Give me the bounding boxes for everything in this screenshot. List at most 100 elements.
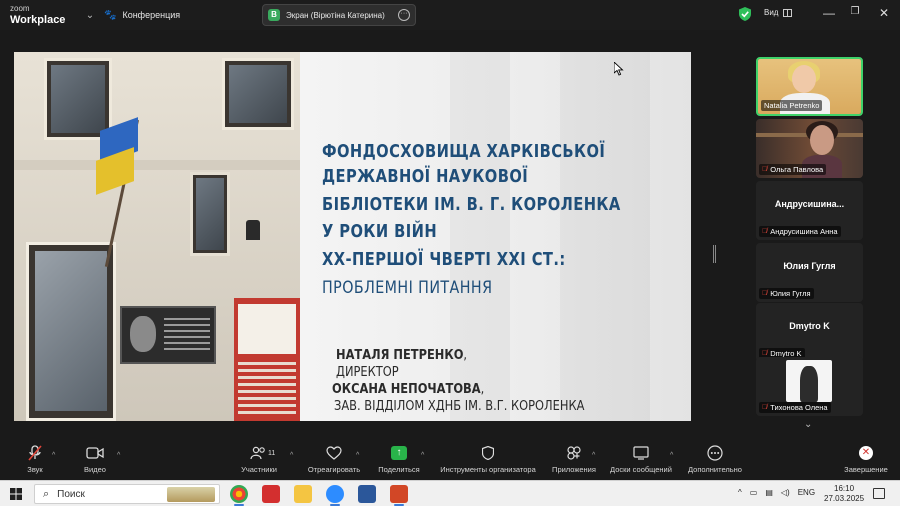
library-sign	[234, 298, 300, 421]
react-button[interactable]: Отреагировать	[306, 444, 362, 474]
minimize-icon[interactable]: —	[819, 6, 839, 20]
powerpoint-taskbar-icon[interactable]	[390, 485, 408, 506]
participant-name-tag: 🎙̸ Юлия Гугля	[759, 288, 814, 299]
mic-muted-icon: 🎙̸	[762, 228, 768, 235]
shared-slide: ФОНДОСХОВИЩА ХАРКІВСЬКОЇ ДЕРЖАВНОЇ НАУКО…	[14, 52, 691, 421]
slide-title-line-3: БІБЛІОТЕКИ ІМ. В. Г. КОРОЛЕНКА	[322, 195, 621, 215]
participant-tile[interactable]: Dmytro K 🎙̸ Dmytro K	[756, 303, 863, 362]
whiteboards-options-chevron-icon[interactable]: ^	[670, 452, 673, 459]
apps-button[interactable]: Приложения	[548, 444, 600, 474]
heart-icon	[326, 446, 342, 460]
whiteboards-label: Доски сообщений	[610, 465, 672, 474]
close-icon[interactable]: ✕	[874, 6, 894, 20]
taskbar-clock[interactable]: 16:10 27.03.2025	[824, 484, 864, 504]
video-options-chevron-icon[interactable]: ^	[117, 452, 120, 459]
chrome-taskbar-icon[interactable]	[230, 485, 248, 506]
whiteboard-icon	[633, 446, 649, 460]
participant-name: Тихонова Олена	[770, 403, 828, 412]
panel-resize-handle[interactable]	[713, 245, 716, 263]
scroll-down-icon[interactable]: ⌄	[804, 419, 812, 430]
participant-name: Андрусишина Анна	[770, 227, 838, 236]
participant-display-name: Андрусишина...	[774, 199, 845, 209]
network-icon[interactable]: ▤	[765, 488, 773, 497]
word-taskbar-icon[interactable]	[358, 485, 376, 503]
participants-count-badge: 11	[268, 450, 276, 457]
participants-options-chevron-icon[interactable]: ^	[290, 452, 293, 459]
logo-line-2: Workplace	[10, 14, 66, 26]
slide-title-line-4: У РОКИ ВІЙН	[322, 222, 438, 242]
logo-line-1: zoom	[10, 4, 30, 13]
whiteboards-button[interactable]: Доски сообщений	[606, 444, 676, 474]
search-highlight-image	[167, 487, 215, 502]
taskbar-search-box[interactable]: ⌕ Поиск	[34, 484, 220, 504]
slide-title-line-2: ДЕРЖАВНОЇ НАУКОВОЇ	[322, 167, 529, 187]
share-label: Поделиться	[378, 465, 420, 474]
apps-options-chevron-icon[interactable]: ^	[592, 452, 595, 459]
more-dots-icon	[707, 445, 723, 461]
end-meeting-button[interactable]: ✕ Завершение	[840, 444, 892, 474]
screen-share-label: Экран (Вірютіна Катерина)	[286, 10, 385, 20]
mic-muted-icon: 🎙̸	[762, 166, 768, 173]
paw-icon: 🐾	[104, 9, 117, 21]
video-label: Видео	[84, 465, 106, 474]
view-label: Вид	[764, 8, 779, 17]
video-button[interactable]: Видео	[80, 444, 110, 474]
participant-name: Ольга Павлова	[770, 165, 824, 174]
more-options-icon[interactable]: ···	[398, 9, 410, 21]
react-label: Отреагировать	[307, 465, 361, 474]
author-2-role: ЗАВ. ВІДДІЛОМ ХДНБ ІМ. В.Г. КОРОЛЕНКА	[334, 399, 585, 414]
participant-name-tag: 🎙̸ Тихонова Олена	[759, 402, 831, 413]
participant-tile[interactable]: Юлия Гугля 🎙̸ Юлия Гугля	[756, 243, 863, 302]
mic-muted-icon: 🎙̸	[762, 290, 768, 297]
meeting-info-button[interactable]: 🐾 Конференция	[104, 10, 180, 21]
host-tools-button[interactable]: Инструменты организатора	[436, 444, 540, 474]
volume-icon[interactable]: ◁)	[781, 488, 790, 497]
windows-taskbar: ⌕ Поиск ^ ▭ ▤ ◁) ENG 16:10 27.03.2025	[0, 480, 900, 506]
view-button[interactable]: Вид	[764, 8, 793, 17]
language-indicator[interactable]: ENG	[798, 488, 815, 497]
clock-date: 27.03.2025	[824, 494, 865, 503]
participant-tile[interactable]: Natalia Petrenko	[756, 57, 863, 116]
participant-name-tag: Natalia Petrenko	[761, 100, 823, 111]
screen-share-indicator[interactable]: В Экран (Вірютіна Катерина) ···	[262, 4, 416, 26]
wall-lamp	[246, 220, 260, 240]
end-meeting-icon: ✕	[859, 446, 873, 460]
mic-muted-icon	[28, 445, 42, 461]
audio-options-chevron-icon[interactable]: ^	[52, 452, 55, 459]
audio-button[interactable]: Звук	[20, 444, 50, 474]
participants-button[interactable]: Участники	[236, 444, 282, 474]
meeting-label: Конференция	[122, 10, 181, 20]
tray-expand-icon[interactable]: ^	[738, 488, 742, 497]
chevron-down-icon[interactable]: ⌄	[82, 10, 98, 21]
share-button[interactable]: ↑ Поделиться	[376, 444, 422, 474]
shield-check-icon[interactable]	[739, 7, 751, 21]
participant-name: Юлия Гугля	[770, 289, 811, 298]
author-1-comma: ,	[463, 348, 468, 363]
participant-tile[interactable]: 🎙̸ Ольга Павлова	[756, 119, 863, 178]
apps-icon	[567, 446, 581, 460]
windows-start-icon[interactable]	[10, 488, 22, 500]
system-tray: ^ ▭ ▤ ◁) ENG	[738, 488, 815, 497]
notifications-icon[interactable]	[873, 488, 885, 499]
clock-time: 16:10	[834, 484, 855, 493]
camera-icon	[86, 447, 104, 459]
file-explorer-taskbar-icon[interactable]	[294, 485, 312, 503]
zoom-taskbar-icon[interactable]	[326, 485, 344, 506]
slide-title-line-5: ХХ-ПЕРШОЇ ЧВЕРТІ ХХІ СТ.:	[322, 250, 566, 270]
react-options-chevron-icon[interactable]: ^	[356, 452, 359, 459]
participant-tile[interactable]: Андрусишина... 🎙̸ Андрусишина Анна	[756, 181, 863, 240]
share-options-chevron-icon[interactable]: ^	[421, 452, 424, 459]
more-button[interactable]: Дополнительно	[684, 444, 746, 474]
author-2: ОКСАНА НЕПОЧАТОВА,	[332, 382, 484, 397]
acrobat-taskbar-icon[interactable]	[262, 485, 280, 503]
participant-name-tag: 🎙̸ Андрусишина Анна	[759, 226, 841, 237]
author-1-role: ДИРЕКТОР	[336, 365, 399, 380]
participant-tile[interactable]: 🎙̸ Тихонова Олена	[756, 357, 863, 416]
more-label: Дополнительно	[688, 465, 742, 474]
participant-video	[786, 360, 832, 402]
restore-icon[interactable]: ❐	[845, 6, 865, 17]
shield-icon	[482, 446, 494, 460]
share-arrow-icon: ↑	[391, 446, 407, 460]
battery-icon[interactable]: ▭	[750, 488, 758, 497]
grid-view-icon	[783, 8, 793, 17]
